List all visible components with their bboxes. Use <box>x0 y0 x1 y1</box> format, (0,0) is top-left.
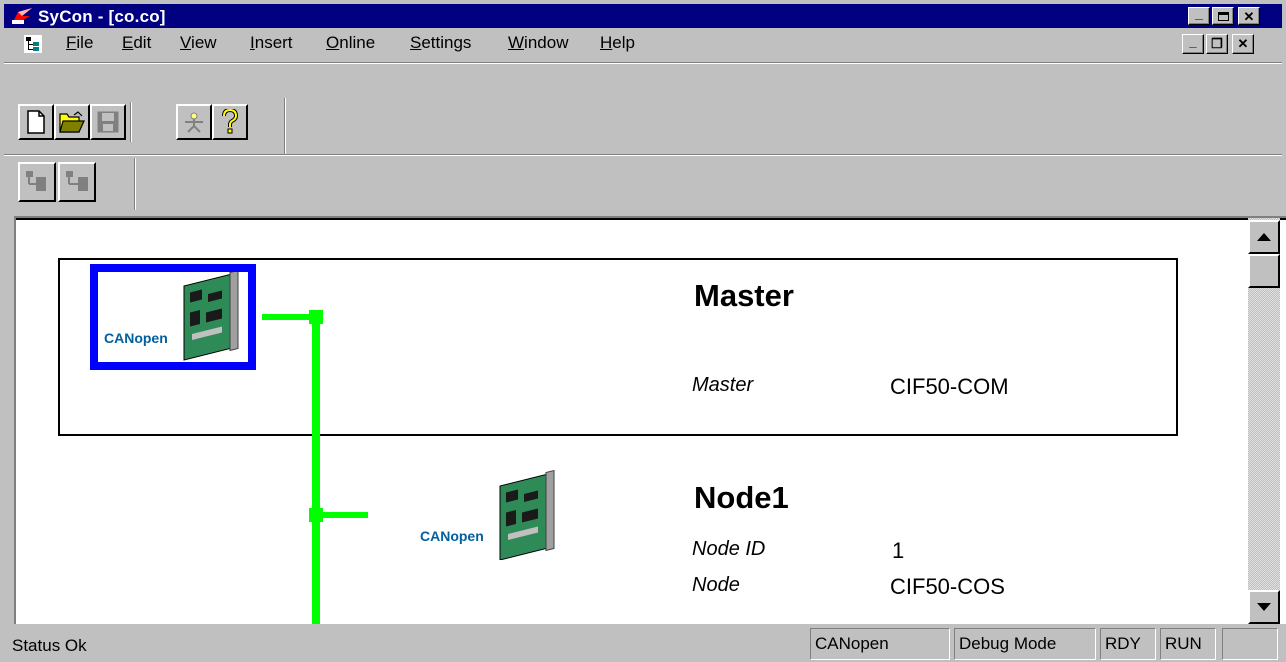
node1-type-label: Node <box>692 574 740 596</box>
toolbar-separator <box>135 158 136 210</box>
open-button[interactable] <box>54 104 90 140</box>
insert-device-right-button[interactable] <box>58 162 96 202</box>
canopen-logo: CANopen <box>104 330 168 346</box>
minimize-icon: _ <box>1189 33 1197 49</box>
toolbar-separator <box>131 102 132 142</box>
mdi-minimize-button[interactable]: _ <box>1182 34 1204 54</box>
menu-online[interactable]: Online <box>326 33 375 53</box>
menu-settings[interactable]: Settings <box>410 33 471 53</box>
insert-device-right-icon <box>66 171 88 191</box>
menu-edit[interactable]: Edit <box>122 33 151 53</box>
maximize-button[interactable] <box>1212 7 1234 25</box>
scroll-up-button[interactable] <box>1248 220 1280 254</box>
toolbar-divider <box>4 155 1282 156</box>
arrow-up-icon <box>1257 233 1271 241</box>
master-label: Master <box>692 374 754 396</box>
open-folder-icon <box>59 111 85 133</box>
maximize-icon <box>1217 11 1229 21</box>
client-edge <box>16 218 1286 220</box>
insert-device-left-icon <box>26 171 46 191</box>
master-value: CIF50-COM <box>890 374 1009 399</box>
document-tree-icon[interactable] <box>24 35 42 53</box>
mdi-close-button[interactable]: ✕ <box>1232 34 1254 54</box>
status-panel-mode: Debug Mode <box>954 628 1096 660</box>
status-panel-protocol: CANopen <box>810 628 950 660</box>
master-title: Master <box>694 278 794 313</box>
menu-window[interactable]: Window <box>508 33 568 53</box>
help-icon <box>222 109 239 134</box>
canopen-card-icon <box>183 269 239 361</box>
menu-help[interactable]: Help <box>600 33 635 53</box>
wizard-icon <box>185 112 203 133</box>
minimize-icon: _ <box>1195 5 1203 21</box>
status-text: Status Ok <box>12 636 87 655</box>
insert-device-left-button[interactable] <box>18 162 56 202</box>
menu-insert[interactable]: Insert <box>250 33 293 53</box>
menu-view[interactable]: View <box>180 33 217 53</box>
canopen-card-icon <box>499 469 555 561</box>
status-panel-run: RUN <box>1160 628 1216 660</box>
help-button[interactable] <box>212 104 248 140</box>
new-document-icon <box>27 110 45 134</box>
toolbar-separator <box>285 98 286 154</box>
scroll-thumb[interactable] <box>1248 254 1280 288</box>
sycon-app-icon[interactable] <box>10 6 34 26</box>
menu-file[interactable]: File <box>66 33 93 53</box>
node1-device-icon[interactable]: CANopen <box>414 469 574 561</box>
restore-icon: ❐ <box>1211 36 1223 51</box>
node1-title: Node1 <box>694 480 789 515</box>
mdi-restore-button[interactable]: ❐ <box>1206 34 1228 54</box>
arrow-down-icon <box>1257 603 1271 611</box>
scroll-down-button[interactable] <box>1248 590 1280 624</box>
save-button[interactable] <box>90 104 126 140</box>
save-disk-icon <box>97 111 119 133</box>
window-title: SyCon - [co.co] <box>38 7 166 26</box>
canopen-logo: CANopen <box>420 528 484 544</box>
wizard-button[interactable] <box>176 104 212 140</box>
close-icon: ✕ <box>1237 36 1249 51</box>
bus-connection-point <box>309 310 323 324</box>
node1-id-label: Node ID <box>692 538 766 560</box>
close-button[interactable]: ✕ <box>1238 7 1260 25</box>
node1-type-value: CIF50-COS <box>890 574 1005 599</box>
network-bus-line <box>312 316 320 624</box>
close-icon: ✕ <box>1243 8 1255 24</box>
new-button[interactable] <box>18 104 54 140</box>
node1-id-value: 1 <box>892 538 905 563</box>
master-device-icon-selected[interactable]: CANopen <box>90 264 256 370</box>
status-panel-rdy: RDY <box>1100 628 1156 660</box>
minimize-button[interactable]: _ <box>1188 5 1210 25</box>
bus-connection-point <box>309 508 323 522</box>
status-panel-extra <box>1222 628 1278 660</box>
title-bar[interactable]: SyCon - [co.co] _ ✕ <box>4 4 1282 28</box>
